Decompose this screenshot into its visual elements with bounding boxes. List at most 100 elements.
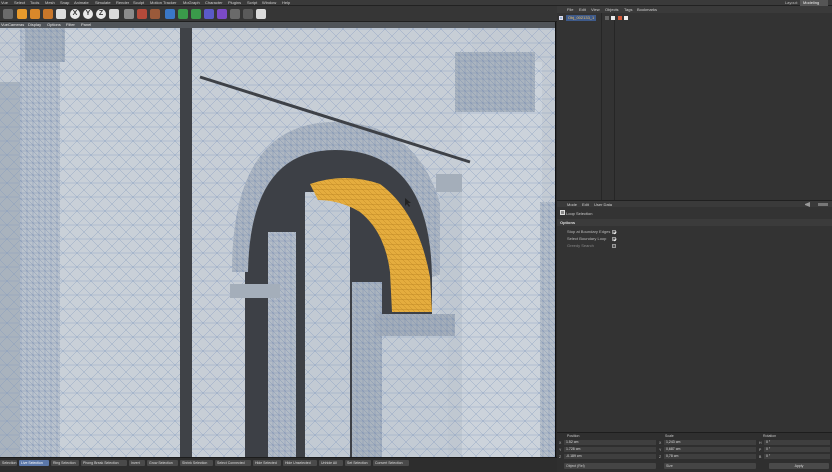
convert-selection-button[interactable]: Convert Selection (373, 460, 409, 466)
lock-icon[interactable] (818, 203, 828, 206)
viewport-menu-cameras[interactable]: Cameras (8, 22, 24, 28)
option-select-boundary-loop-checkbox[interactable] (612, 237, 616, 241)
om-menu-tags[interactable]: Tags (624, 6, 632, 13)
3d-viewport[interactable]: Vue Cameras Display Options Filter Panel (0, 22, 556, 457)
axis-label: B (759, 455, 762, 459)
texture-tag-icon[interactable] (624, 16, 628, 20)
size-y-field[interactable]: 0,687 cm (664, 447, 756, 452)
loop-selection-icon (560, 210, 565, 215)
shrink-selection-button[interactable]: Shrink Selection (180, 460, 213, 466)
rotation-h-field[interactable]: 0 ° (764, 440, 830, 445)
viewport-menu-view[interactable]: Vue (1, 22, 8, 28)
rotate-tool-icon[interactable] (43, 9, 53, 19)
options-tab[interactable]: Options (557, 219, 832, 226)
coordinate-system-icon[interactable] (109, 9, 119, 19)
ring-selection-button[interactable]: Ring Selection (51, 460, 79, 466)
option-stop-at-boundary-edges-label: Stop at Boundary Edges (567, 229, 611, 234)
om-menu-edit[interactable]: Edit (579, 6, 586, 13)
tool-title: Loop Selection (566, 211, 593, 216)
viewport-menu-panel[interactable]: Panel (81, 22, 91, 28)
polygon-object-icon (559, 16, 563, 20)
subdivision-surface-icon[interactable] (191, 9, 201, 19)
viewport-menu-options[interactable]: Options (47, 22, 61, 28)
axis-z-toggle[interactable]: Z (96, 9, 106, 19)
options-tab-label: Options (560, 220, 576, 225)
viewport-menu-bar: Vue Cameras Display Options Filter Panel (0, 22, 555, 28)
option-greedy-search-checkbox[interactable] (612, 244, 616, 248)
command-toolbar: X Y Z (0, 6, 560, 22)
render-view-icon[interactable] (124, 9, 134, 19)
phong-tag-icon[interactable] (618, 16, 622, 20)
om-menu-bookmarks[interactable]: Bookmarks (637, 6, 657, 13)
scale-tool-icon[interactable] (30, 9, 40, 19)
array-icon[interactable] (204, 9, 214, 19)
option-stop-at-boundary-edges-checkbox[interactable] (612, 230, 616, 234)
enable-check-icon[interactable] (611, 16, 615, 20)
coord-row-z: Z -0.189 cm Z 0,78 cm B 0 ° (559, 454, 830, 460)
render-settings-icon[interactable] (150, 9, 160, 19)
select-connected-button[interactable]: Select Connected (215, 460, 251, 466)
right-panel: File Edit View Objects Tags Bookmarks Ob… (557, 6, 832, 472)
axis-label: X (659, 441, 662, 445)
camera-icon[interactable] (243, 9, 253, 19)
position-x-field[interactable]: 1.52 cm (564, 440, 656, 445)
option-select-boundary-loop-label: Select Boundary Loop (567, 236, 607, 241)
object-manager: Obj_002133_1 (557, 13, 832, 201)
axis-y-toggle[interactable]: Y (83, 9, 93, 19)
coord-row-y: Y 1.728 cm Y 0,687 cm P 0 ° (559, 447, 830, 453)
viewport-scene[interactable] (0, 22, 556, 457)
recent-tool-icon[interactable] (56, 9, 66, 19)
size-z-field[interactable]: 0,78 cm (664, 454, 756, 459)
axis-label: Z (559, 455, 562, 459)
viewport-menu-display[interactable]: Display (28, 22, 41, 28)
unhide-all-button[interactable]: Unhide All (319, 460, 343, 466)
position-z-field[interactable]: -0.189 cm (564, 454, 656, 459)
rotation-b-field[interactable]: 0 ° (764, 454, 830, 459)
undo-icon[interactable] (3, 9, 13, 19)
pen-spline-icon[interactable] (178, 9, 188, 19)
grow-selection-button[interactable]: Grow Selection (147, 460, 178, 466)
set-selection-button[interactable]: Set Selection (345, 460, 371, 466)
size-x-field[interactable]: 1,243 cm (664, 440, 756, 445)
light-icon[interactable] (256, 9, 266, 19)
position-header: Position (567, 434, 580, 438)
invert-button[interactable]: Invert (129, 460, 145, 466)
hide-unselected-button[interactable]: Hide Unselected (283, 460, 317, 466)
visibility-dots-icon[interactable] (605, 16, 609, 20)
axis-label: Y (559, 448, 562, 452)
viewport-menu-filter[interactable]: Filter (66, 22, 75, 28)
axis-label: Y (659, 448, 662, 452)
size-header: Scale (665, 434, 674, 438)
coord-controls-row: Object (Rel) Size Apply (559, 463, 830, 469)
axis-label: P (759, 448, 762, 452)
rotation-p-field[interactable]: 0 ° (764, 447, 830, 452)
move-tool-icon[interactable] (17, 9, 27, 19)
floor-icon[interactable] (230, 9, 240, 19)
object-manager-menu: File Edit View Objects Tags Bookmarks (557, 6, 832, 13)
selection-toolbar: Selection Live Selection Ring Selection … (0, 457, 560, 472)
apply-button[interactable]: Apply (769, 463, 829, 469)
om-menu-objects[interactable]: Objects (605, 6, 619, 13)
position-y-field[interactable]: 1.728 cm (564, 447, 656, 452)
live-selection-button[interactable]: Live Selection (19, 460, 49, 466)
axis-label: Z (659, 455, 662, 459)
axis-x-toggle[interactable]: X (70, 9, 80, 19)
option-greedy-search-label: Greedy Search (567, 243, 594, 248)
attribute-manager: Loop Selection Options Stop at Boundary … (557, 207, 832, 432)
phong-break-selection-button[interactable]: Phong Break Selection (81, 460, 127, 466)
coordinates-manager: Position Scale Rotation X 1.52 cm X 1,24… (557, 432, 832, 472)
om-menu-file[interactable]: File (567, 6, 573, 13)
render-picture-viewer-icon[interactable] (137, 9, 147, 19)
object-row[interactable]: Obj_002133_1 (559, 15, 831, 21)
object-name[interactable]: Obj_002133_1 (566, 15, 597, 21)
coordinate-mode-dropdown[interactable]: Object (Rel) (564, 463, 656, 469)
cube-icon[interactable] (165, 9, 175, 19)
hide-selected-button[interactable]: Hide Selected (253, 460, 281, 466)
om-menu-view[interactable]: View (591, 6, 600, 13)
rotation-header: Rotation (763, 434, 777, 438)
deformer-icon[interactable] (217, 9, 227, 19)
axis-label: X (559, 441, 562, 445)
coord-row-x: X 1.52 cm X 1,243 cm H 0 ° (559, 440, 830, 446)
selection-menu-button[interactable]: Selection (0, 460, 17, 466)
size-mode-dropdown[interactable]: Size (664, 463, 756, 469)
